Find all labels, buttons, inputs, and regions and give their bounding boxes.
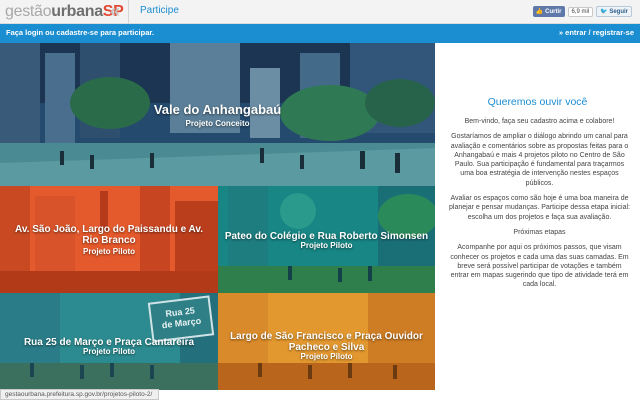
login-bar: Faça login ou cadastre-se para participa… (0, 24, 640, 43)
panel-body: Bem-vindo, faça seu cadastro acima e col… (449, 117, 630, 296)
tile-subtitle: Projeto Piloto (83, 247, 135, 256)
project-tile-25-de-marco[interactable]: Rua 25 de Março Rua 25 de Março e Praça … (0, 293, 218, 390)
project-tile-sao-francisco[interactable]: Largo de São Francisco e Praça Ouvidor P… (218, 293, 435, 390)
panel-paragraph-intro: Gostaríamos de ampliar o diálogo abrindo… (450, 133, 629, 187)
site-logo[interactable]: gestãourbanaSP (5, 2, 124, 22)
like-count: 6,9 mil (567, 6, 594, 17)
tile-title: Av. São João, Largo do Paissandu e Av. R… (14, 224, 203, 246)
panel-heading: Queremos ouvir você (487, 96, 588, 108)
tile-subtitle: Projeto Piloto (300, 352, 353, 361)
follow-label: Seguir (609, 9, 628, 15)
street-sign: Rua 25 de Março (147, 295, 215, 343)
arrow-right-icon: » (558, 28, 564, 37)
project-tile-sao-joao[interactable]: Av. São João, Largo do Paissandu e Av. R… (0, 186, 218, 293)
top-bar: gestãourbanaSP « Participe 👍 Curtir 6,9 … (0, 0, 640, 24)
panel-paragraph-evaluate: Avaliar os espaços como são hoje é uma b… (449, 195, 630, 221)
logo-text-gestao: gestão (5, 3, 52, 20)
thumbs-up-icon: 👍 (535, 9, 544, 15)
logo-text-urbana: urbana (51, 3, 103, 20)
panel-paragraph-next-steps: Acompanhe por aqui os próximos passos, q… (450, 244, 629, 289)
register-link[interactable]: registrar-se (593, 28, 634, 37)
project-tile-pateo-do-colegio[interactable]: Pateo do Colégio e Rua Roberto Simonsen … (218, 186, 435, 293)
facebook-like-button[interactable]: 👍 Curtir (532, 6, 565, 17)
tile-subtitle: Projeto Piloto (83, 347, 135, 356)
status-bar-url: gestaourbana.prefeitura.sp.gov.br/projet… (0, 389, 160, 400)
like-label: Curtir (545, 8, 562, 15)
twitter-bird-icon: 🐦 (600, 9, 608, 15)
project-tile-anhangabau[interactable]: Vale do Anhangabaú Projeto Conceito (0, 43, 435, 186)
panel-paragraph-welcome: Bem-vindo, faça seu cadastro acima e col… (464, 118, 615, 125)
info-panel: Queremos ouvir você Bem-vindo, faça seu … (435, 43, 640, 400)
login-link[interactable]: entrar (565, 28, 586, 37)
login-prompt: Faça login ou cadastre-se para participa… (6, 28, 154, 37)
social-buttons: 👍 Curtir 6,9 mil 🐦 Seguir (532, 6, 632, 17)
tile-title: Largo de São Francisco e Praça Ouvidor P… (230, 331, 423, 353)
double-chevron-left-icon[interactable]: « (110, 1, 120, 21)
link-separator: / (588, 28, 591, 37)
nav-participe-link[interactable]: Participe (140, 5, 179, 16)
panel-paragraph-next-steps-heading: Próximas etapas (513, 228, 566, 236)
tile-title: Vale do Anhangabaú (153, 102, 282, 117)
auth-links: » entrar / registrar-se (559, 28, 634, 37)
tile-subtitle: Projeto Piloto (300, 241, 353, 250)
tile-subtitle: Projeto Conceito (185, 119, 250, 128)
divider (128, 0, 129, 24)
twitter-follow-button[interactable]: 🐦 Seguir (596, 6, 632, 17)
